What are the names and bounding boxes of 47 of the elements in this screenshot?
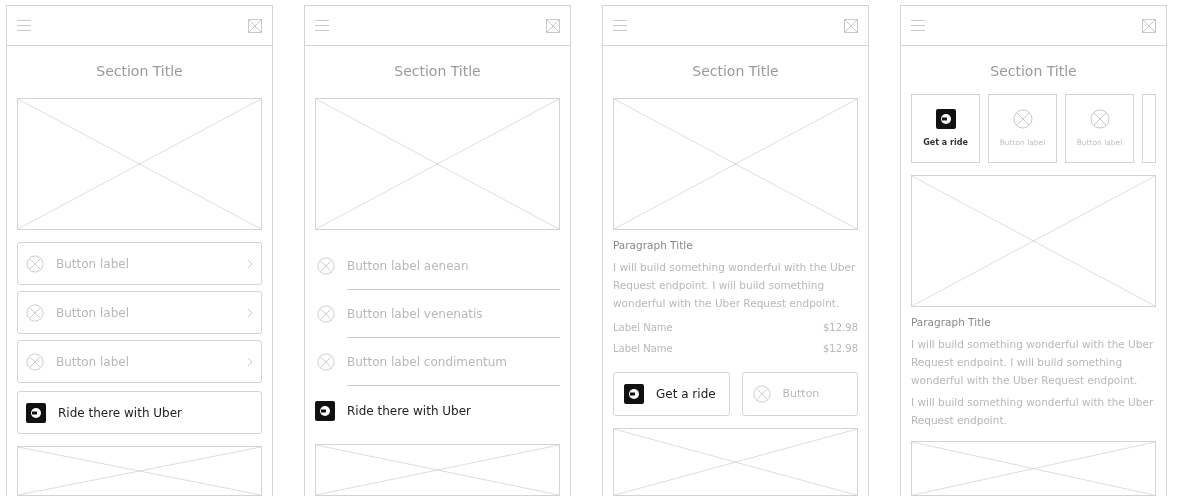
list-item[interactable]: Button label condimentum xyxy=(347,338,560,386)
price-value: $12.98 xyxy=(823,320,858,335)
chevron-right-icon xyxy=(247,307,253,318)
list-button[interactable]: Button label xyxy=(17,242,262,285)
list-item[interactable]: Button label aenean xyxy=(347,242,560,290)
get-ride-tile[interactable]: Get a ride xyxy=(911,94,980,163)
placeholder-circle-icon xyxy=(317,305,335,323)
menu-icon[interactable] xyxy=(613,20,627,31)
partial-tile[interactable] xyxy=(1142,94,1156,163)
chevron-right-icon xyxy=(247,258,253,269)
secondary-button[interactable]: Button xyxy=(741,371,858,416)
placeholder-circle-icon xyxy=(752,384,771,403)
price-label: Label Name xyxy=(613,320,673,335)
placeholder-circle-icon xyxy=(26,254,44,273)
image-placeholder-icon[interactable] xyxy=(1142,18,1156,33)
list-item[interactable]: Button label venenatis xyxy=(347,290,560,338)
image-placeholder-icon[interactable] xyxy=(844,18,858,33)
price-label: Label Name xyxy=(613,341,673,356)
placeholder-circle-icon xyxy=(317,353,335,371)
list-button[interactable]: Button label xyxy=(17,291,262,334)
placeholder-circle-icon xyxy=(317,257,335,275)
paragraph-title: Paragraph Title xyxy=(911,315,992,330)
menu-icon[interactable] xyxy=(315,20,329,31)
paragraph-text: I will build something wonderful with the Uber Request endpoint. xyxy=(911,394,1155,428)
placeholder-circle-icon xyxy=(1012,108,1033,129)
section-title: Section Title xyxy=(96,61,183,81)
paragraph-title: Paragraph Title xyxy=(613,238,694,253)
image-placeholder-icon[interactable] xyxy=(248,18,262,33)
list-button[interactable]: Button label xyxy=(17,340,262,383)
price-value: $12.98 xyxy=(823,341,858,356)
section-title: Section Title xyxy=(394,61,481,81)
app-logo-icon xyxy=(315,401,335,421)
app-logo-icon xyxy=(935,108,956,129)
ride-link[interactable]: Ride there with Uber xyxy=(315,390,560,432)
ride-button[interactable]: Ride there with Uber xyxy=(17,391,262,434)
placeholder-circle-icon xyxy=(26,352,44,371)
section-title: Section Title xyxy=(990,61,1077,81)
menu-icon[interactable] xyxy=(17,20,31,31)
image-placeholder-icon[interactable] xyxy=(546,18,560,33)
placeholder-circle-icon xyxy=(26,303,44,322)
get-ride-button[interactable]: Get a ride xyxy=(613,371,730,416)
chevron-right-icon xyxy=(247,356,253,367)
section-title: Section Title xyxy=(692,61,779,81)
menu-icon[interactable] xyxy=(911,20,925,31)
app-logo-icon xyxy=(26,402,46,423)
app-logo-icon xyxy=(624,383,644,404)
placeholder-circle-icon xyxy=(1089,108,1110,129)
